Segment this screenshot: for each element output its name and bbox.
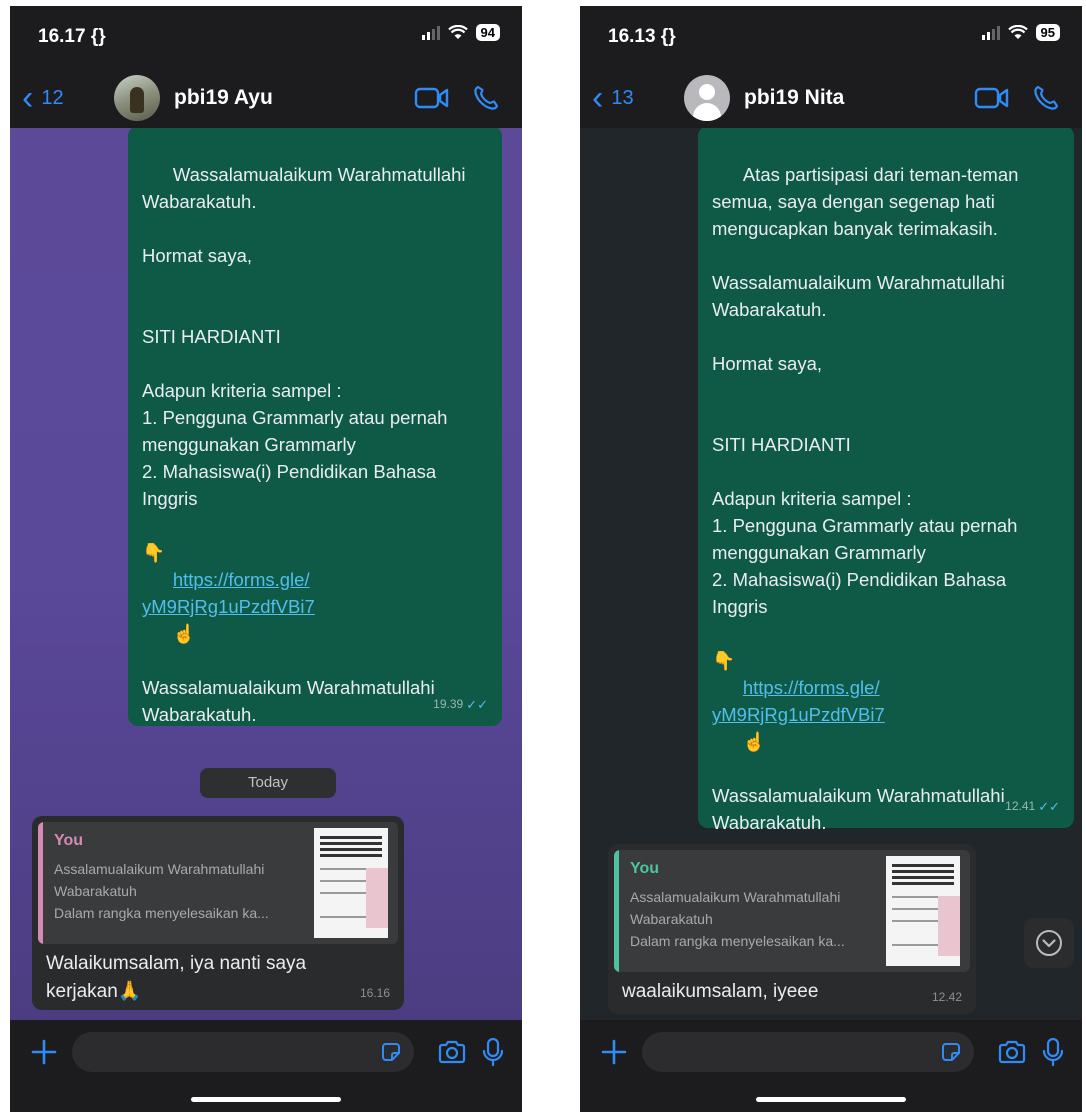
contact-name[interactable]: pbi19 Nita [744, 86, 974, 110]
avatar[interactable] [684, 75, 730, 121]
status-bar: 16.13 {} 95 [580, 6, 1082, 68]
chevron-left-icon: ‹ [592, 79, 604, 117]
contact-name[interactable]: pbi19 Ayu [174, 86, 414, 110]
message-input-wrapper [62, 1032, 414, 1072]
reply-text: waalaikumsalam, iyeee [622, 981, 819, 1002]
input-bar [580, 1020, 1082, 1084]
double-check-icon: ✓✓ [466, 697, 488, 712]
chat-header: ‹ 13 pbi19 Nita [580, 68, 1082, 128]
home-bar [10, 1084, 522, 1112]
home-indicator[interactable] [756, 1097, 906, 1102]
plus-icon[interactable] [596, 1034, 632, 1070]
quote-accent-bar [614, 850, 619, 972]
status-time: 16.17 {} [38, 26, 106, 47]
incoming-message[interactable]: You Assalamualaikum Warahmatullahi Wabar… [32, 816, 404, 1010]
battery-level: 94 [475, 24, 500, 41]
quoted-message[interactable]: You Assalamualaikum Warahmatullahi Wabar… [614, 850, 970, 972]
microphone-icon[interactable] [478, 1034, 508, 1070]
message-text-end: ☝ Wassalamualaikum Warahmatullahi Wabara… [142, 623, 435, 725]
camera-icon[interactable] [994, 1034, 1030, 1070]
back-button[interactable]: ‹ 13 [592, 81, 662, 115]
chat-screen-nita: 16.13 {} 95 ‹ 13 pbi19 Nita Atas partisi… [580, 6, 1082, 1112]
chevron-down-icon [1036, 930, 1062, 956]
phone-icon[interactable] [472, 84, 500, 112]
back-button[interactable]: ‹ 12 [22, 81, 92, 115]
unread-count: 13 [611, 86, 634, 109]
quote-author: You [630, 860, 660, 877]
double-check-icon: ✓✓ [1038, 799, 1060, 814]
wifi-icon [1007, 25, 1028, 39]
chat-area[interactable]: Wassalamualaikum Warahmatullahi Wabaraka… [10, 128, 522, 1020]
reply-time: 12.42 [931, 990, 962, 1004]
status-bar: 16.17 {} 94 [10, 6, 522, 68]
chat-header: ‹ 12 pbi19 Ayu [10, 68, 522, 128]
quote-author: You [54, 832, 84, 849]
video-camera-icon[interactable] [414, 86, 450, 110]
microphone-icon[interactable] [1038, 1034, 1068, 1070]
quoted-message[interactable]: You Assalamualaikum Warahmatullahi Wabar… [38, 822, 398, 944]
quote-accent-bar [38, 822, 43, 944]
unread-count: 12 [41, 86, 64, 109]
date-chip: Today [200, 768, 336, 798]
document-thumbnail [314, 828, 388, 938]
status-icons: 94 [421, 24, 500, 41]
plus-icon[interactable] [26, 1034, 62, 1070]
message-input[interactable] [642, 1032, 974, 1072]
signal-icon [981, 25, 1000, 40]
status-icons: 95 [981, 24, 1060, 41]
sticker-icon[interactable] [940, 1041, 962, 1063]
document-thumbnail [886, 856, 960, 966]
reply-text: Walaikumsalam, iya nanti saya kerjakan🙏 [46, 953, 307, 1002]
message-input[interactable] [72, 1032, 414, 1072]
avatar[interactable] [114, 75, 160, 121]
home-indicator[interactable] [191, 1097, 341, 1102]
chevron-left-icon: ‹ [22, 79, 34, 117]
scroll-down-button[interactable] [1024, 918, 1074, 968]
video-camera-icon[interactable] [974, 86, 1010, 110]
form-link[interactable]: https://forms.gle/ yM9RjRg1uPzdfVBi7 [712, 677, 885, 725]
outgoing-message[interactable]: Atas partisipasi dari teman-teman semua,… [698, 128, 1074, 833]
reply-time: 16.16 [359, 986, 390, 1000]
chat-screen-ayu: 16.17 {} 94 ‹ 12 pbi19 Ayu Wassalamualai… [10, 6, 522, 1112]
camera-icon[interactable] [434, 1034, 470, 1070]
phone-icon[interactable] [1032, 84, 1060, 112]
message-text: Wassalamualaikum Warahmatullahi Wabaraka… [142, 164, 466, 563]
quote-text: Assalamualaikum Warahmatullahi Wabarakat… [54, 861, 269, 921]
signal-icon [421, 25, 440, 40]
quote-text: Assalamualaikum Warahmatullahi Wabarakat… [630, 889, 845, 949]
message-input-wrapper [632, 1032, 974, 1072]
message-text: Atas partisipasi dari teman-teman semua,… [712, 164, 1019, 671]
status-time: 16.13 {} [608, 26, 676, 47]
home-bar [580, 1084, 1082, 1112]
wifi-icon [447, 25, 468, 39]
form-link[interactable]: https://forms.gle/ yM9RjRg1uPzdfVBi7 [142, 569, 315, 617]
sticker-icon[interactable] [380, 1041, 402, 1063]
battery-level: 95 [1035, 24, 1060, 41]
message-text-end: ☝ Wassalamualaikum Warahmatullahi Wabara… [712, 731, 1005, 833]
message-time: 19.39 ✓✓ [433, 691, 488, 718]
incoming-message[interactable]: You Assalamualaikum Warahmatullahi Wabar… [608, 844, 976, 1014]
input-bar [10, 1020, 522, 1084]
message-time: 12.41 ✓✓ [1005, 793, 1060, 820]
chat-area[interactable]: Atas partisipasi dari teman-teman semua,… [580, 128, 1082, 1020]
outgoing-message[interactable]: Wassalamualaikum Warahmatullahi Wabaraka… [128, 128, 502, 726]
